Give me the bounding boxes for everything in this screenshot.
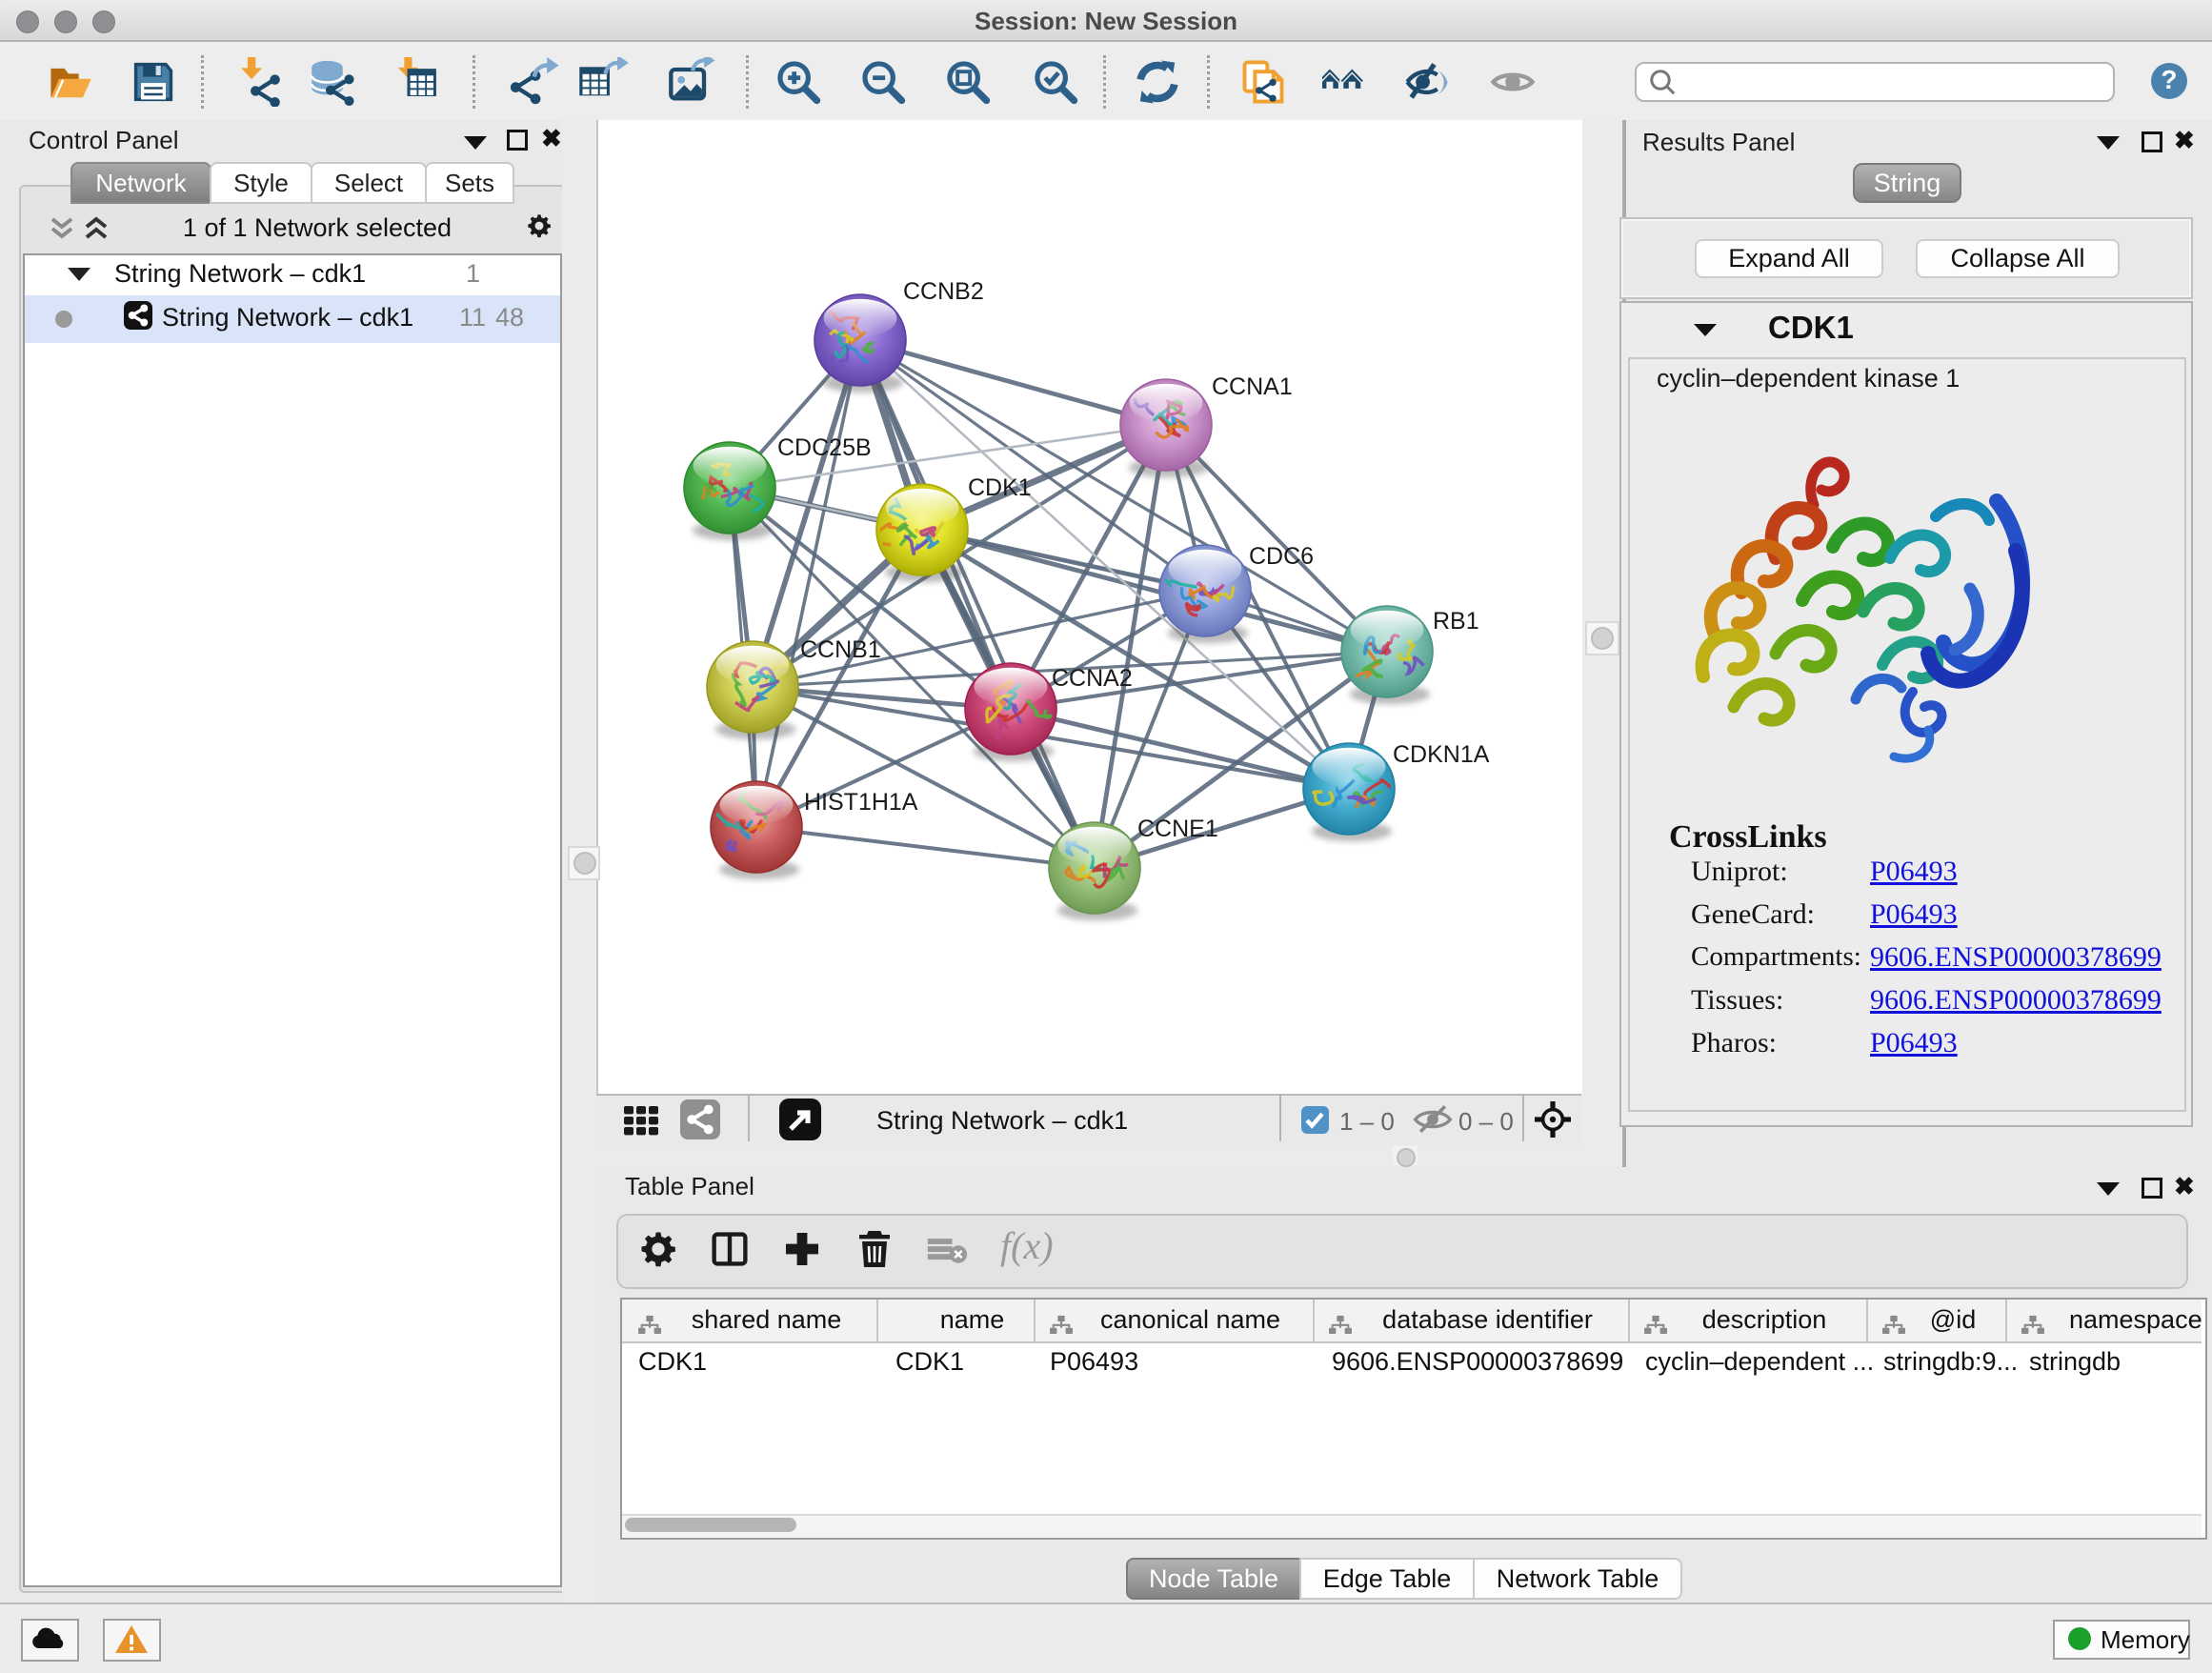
svg-text:CDK1: CDK1 [968, 474, 1032, 501]
svg-text:CDC6: CDC6 [1249, 543, 1314, 570]
svg-text:CDKN1A: CDKN1A [1393, 741, 1490, 768]
svg-text:CCNA1: CCNA1 [1212, 373, 1293, 400]
svg-text:CCNE1: CCNE1 [1137, 816, 1218, 842]
svg-text:CDC25B: CDC25B [777, 434, 872, 461]
svg-text:CCNB2: CCNB2 [903, 278, 984, 305]
svg-text:HIST1H1A: HIST1H1A [804, 789, 918, 816]
svg-text:CCNB1: CCNB1 [800, 636, 881, 663]
svg-text:RB1: RB1 [1433, 608, 1479, 635]
svg-text:CCNA2: CCNA2 [1052, 665, 1133, 692]
